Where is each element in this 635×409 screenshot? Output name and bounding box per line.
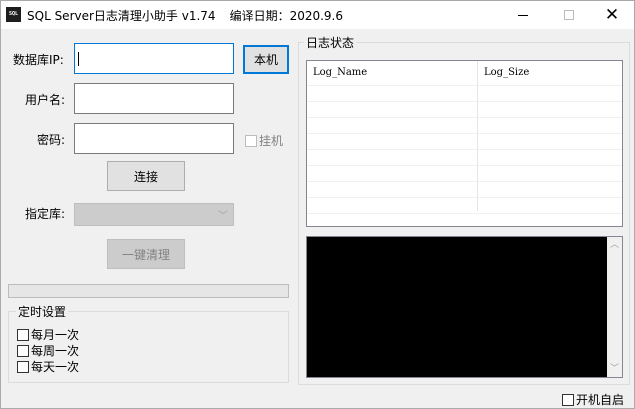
checkbox-box [17,344,29,357]
row-divider [307,197,622,198]
column-header-log-size[interactable]: Log_Size [478,61,622,85]
column-header-log-name[interactable]: Log_Name [307,61,477,85]
maximize-icon [564,10,574,20]
minimize-icon [518,14,528,16]
maximize-button [546,1,592,29]
app-window: SQL SQL Server日志清理小助手 v1.74 编译日期：2020.9.6… [0,0,635,409]
schedule-option-label: 每月一次 [31,328,80,342]
app-title: SQL Server日志清理小助手 v1.74 [27,9,216,23]
app-icon: SQL [6,7,21,22]
hang-checkbox[interactable]: 挂机 [245,132,283,149]
row-divider [307,117,622,118]
connect-button[interactable]: 连接 [107,161,185,191]
database-select[interactable]: ﹀ [74,203,234,226]
log-list[interactable]: Log_Name Log_Size [306,60,623,227]
text-caret [78,52,79,66]
schedule-title: 定时设置 [16,303,69,320]
row-divider [307,149,622,150]
schedule-daily-checkbox[interactable]: 每天一次 [17,358,79,375]
row-divider [307,165,622,166]
one-click-clean-button: 一键清理 [107,239,185,269]
autostart-checkbox[interactable]: 开机自启 [562,391,624,408]
schedule-option-label: 每天一次 [31,360,80,374]
row-divider [307,213,622,214]
schedule-option-label: 每周一次 [31,344,80,358]
row-divider [307,133,622,134]
username-label: 用户名: [25,93,66,107]
checkbox-box [17,328,29,341]
console-scrollbar[interactable]: ︿ ﹀ [607,237,622,377]
autostart-label: 开机自启 [576,393,625,407]
checkbox-box [17,360,29,373]
build-date: 编译日期：2020.9.6 [229,9,344,23]
row-divider [307,101,622,102]
minimize-button[interactable] [500,1,546,29]
username-input[interactable] [74,83,234,114]
close-icon: ✕ [604,4,620,25]
schedule-monthly-checkbox[interactable]: 每月一次 [17,326,79,343]
checkbox-box [562,393,574,406]
progress-bar [8,284,289,298]
title-bar[interactable]: SQL SQL Server日志清理小助手 v1.74 编译日期：2020.9.6… [1,1,634,29]
local-machine-button[interactable]: 本机 [243,45,289,74]
row-divider [307,85,622,86]
checkbox-box [245,134,257,147]
row-divider [307,181,622,182]
db-ip-label: 数据库IP: [13,53,64,67]
log-status-title: 日志状态 [304,34,357,51]
hang-label: 挂机 [259,134,284,148]
scroll-down-icon[interactable]: ﹀ [607,361,622,377]
schedule-weekly-checkbox[interactable]: 每周一次 [17,342,79,359]
scroll-up-icon[interactable]: ︿ [607,237,622,253]
close-button[interactable]: ✕ [589,1,635,29]
db-ip-input[interactable] [74,43,234,74]
chevron-down-icon: ﹀ [218,211,228,222]
column-divider [477,61,478,211]
password-input[interactable] [74,123,234,154]
window-title: SQL Server日志清理小助手 v1.74 编译日期：2020.9.6 [27,7,343,24]
log-output-console[interactable] [306,236,623,378]
password-label: 密码: [37,133,66,147]
database-label: 指定库: [25,207,66,221]
